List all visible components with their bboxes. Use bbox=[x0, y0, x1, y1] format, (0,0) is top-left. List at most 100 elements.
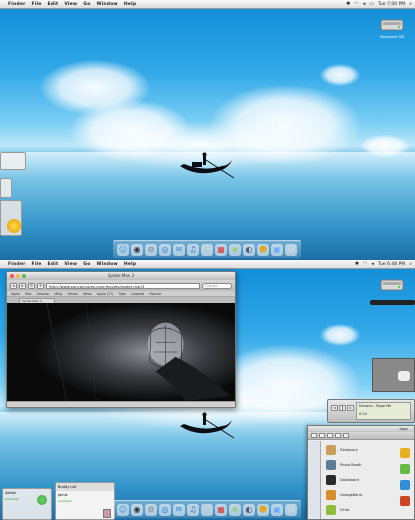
bookmark-item[interactable]: Amazon bbox=[37, 292, 50, 296]
bluetooth-icon[interactable]: ✱ bbox=[355, 261, 359, 267]
dog-silhouette bbox=[398, 371, 410, 381]
app-icon[interactable] bbox=[400, 448, 410, 458]
icon-view-button[interactable] bbox=[327, 433, 333, 438]
hard-drive-icon[interactable] bbox=[380, 276, 404, 294]
side-widget-lower[interactable] bbox=[0, 200, 22, 236]
finder-right-icons bbox=[400, 448, 410, 506]
forward-button[interactable]: ▸ bbox=[19, 282, 26, 289]
mail-icon[interactable]: ✉ bbox=[173, 504, 185, 516]
system-preferences-icon[interactable]: ⚙ bbox=[145, 244, 157, 256]
chat-window[interactable]: Adrian Available bbox=[2, 488, 52, 520]
bookmark-item[interactable]: Apple (27) bbox=[97, 292, 114, 296]
photo-icon[interactable]: ❀ bbox=[229, 244, 241, 256]
list-view-button[interactable] bbox=[335, 433, 341, 438]
finder-icon[interactable]: ☺ bbox=[117, 244, 129, 256]
itunes-icon[interactable]: ♫ bbox=[187, 504, 199, 516]
itunes-mini-controller[interactable] bbox=[370, 300, 415, 305]
back-button[interactable] bbox=[311, 433, 317, 438]
chat-widget[interactable] bbox=[0, 152, 26, 170]
app-icon bbox=[326, 444, 336, 455]
bookmark-item[interactable]: Tiger bbox=[118, 292, 126, 296]
side-widget[interactable] bbox=[0, 178, 12, 198]
buddy-list-window[interactable]: Buddy List Jamie Available bbox=[55, 482, 115, 520]
preview-icon[interactable]: ▣ bbox=[271, 504, 283, 516]
ical-icon[interactable]: ▦ bbox=[215, 244, 227, 256]
spotlight-icon[interactable]: ⌕ bbox=[409, 261, 412, 267]
menubar-clock[interactable]: Tue 7:00 PM bbox=[378, 2, 405, 7]
menu-file[interactable]: File bbox=[32, 262, 42, 267]
dashboard-icon[interactable]: ◉ bbox=[131, 504, 143, 516]
menu-bar: Finder File Edit View Go Window Help ✱ ◠… bbox=[0, 0, 415, 9]
trash-icon[interactable]: ▭ bbox=[285, 244, 297, 256]
address-bar[interactable]: http://www.sonypictures.com/movies/spide… bbox=[46, 282, 200, 289]
app-icon[interactable] bbox=[400, 496, 410, 506]
app-icon[interactable] bbox=[400, 464, 410, 474]
column-view-button[interactable] bbox=[343, 433, 349, 438]
safari-icon[interactable]: ◎ bbox=[159, 504, 171, 516]
photo-icon[interactable]: ❀ bbox=[229, 504, 241, 516]
menubar-clock[interactable]: Tue 6:48 PM bbox=[378, 262, 405, 267]
hard-drive-icon[interactable] bbox=[380, 16, 404, 34]
zoom-button[interactable] bbox=[22, 274, 26, 278]
volume-icon[interactable]: ◂ bbox=[371, 261, 374, 267]
menu-window[interactable]: Window bbox=[96, 2, 117, 7]
search-field[interactable]: Google bbox=[202, 282, 232, 289]
menu-finder[interactable]: Finder bbox=[8, 262, 26, 267]
menu-window[interactable]: Window bbox=[96, 262, 117, 267]
menu-edit[interactable]: Edit bbox=[48, 2, 59, 7]
battery-icon[interactable]: ▭ bbox=[369, 1, 374, 7]
bookmark-item[interactable]: Yahoo! bbox=[67, 292, 78, 296]
minimize-button[interactable] bbox=[16, 274, 20, 278]
wifi-icon[interactable]: ◠ bbox=[354, 1, 358, 7]
menu-edit[interactable]: Edit bbox=[48, 262, 59, 267]
bluetooth-icon[interactable]: ✱ bbox=[346, 1, 350, 7]
trash-icon[interactable]: ▭ bbox=[285, 504, 297, 516]
bookmark-item[interactable]: Leopard bbox=[131, 292, 144, 296]
menu-view[interactable]: View bbox=[64, 262, 77, 267]
bookmark-item[interactable]: Apple bbox=[11, 292, 20, 296]
add-bookmark-button[interactable]: + bbox=[37, 282, 44, 289]
menu-go[interactable]: Go bbox=[83, 2, 90, 7]
finder-icon[interactable]: ☺ bbox=[117, 504, 129, 516]
adium-icon[interactable]: ☻ bbox=[257, 244, 269, 256]
mail-icon[interactable]: ✉ bbox=[173, 244, 185, 256]
menu-help[interactable]: Help bbox=[124, 262, 136, 267]
textedit-icon[interactable]: ✎ bbox=[201, 244, 213, 256]
window-titlebar[interactable]: Spider-Man 3 bbox=[7, 272, 235, 280]
pause-button[interactable]: ❙ bbox=[339, 405, 346, 411]
itunes-icon[interactable]: ♫ bbox=[187, 244, 199, 256]
bookmark-item[interactable]: News bbox=[83, 292, 92, 296]
menu-view[interactable]: View bbox=[64, 2, 77, 7]
lcd-display[interactable]: Nirvana - Rape Me 0:24 bbox=[356, 402, 411, 420]
wifi-icon[interactable]: ◠ bbox=[363, 261, 367, 267]
safari-icon[interactable]: ◎ bbox=[159, 244, 171, 256]
adium-icon[interactable]: ☻ bbox=[257, 504, 269, 516]
finder-sidebar[interactable] bbox=[308, 441, 321, 519]
next-track-button[interactable]: ▸ bbox=[347, 405, 354, 411]
volume-icon[interactable]: ◂ bbox=[363, 1, 366, 7]
preview-icon[interactable]: ▣ bbox=[271, 244, 283, 256]
reload-button[interactable]: ↻ bbox=[28, 282, 35, 289]
spotlight-icon[interactable]: ⌕ bbox=[409, 1, 412, 7]
app-icon bbox=[326, 474, 336, 485]
menu-file[interactable]: File bbox=[32, 2, 42, 7]
quicktime-icon[interactable]: ◐ bbox=[243, 504, 255, 516]
bookmark-item[interactable]: Mac bbox=[25, 292, 31, 296]
forward-button[interactable] bbox=[319, 433, 325, 438]
menu-help[interactable]: Help bbox=[124, 2, 136, 7]
photo-widget[interactable] bbox=[372, 358, 415, 392]
close-button[interactable] bbox=[10, 274, 14, 278]
page-content[interactable] bbox=[7, 303, 235, 401]
quicktime-icon[interactable]: ◐ bbox=[243, 244, 255, 256]
app-icon[interactable] bbox=[400, 480, 410, 490]
previous-track-button[interactable]: ◂ bbox=[331, 405, 338, 411]
dashboard-icon[interactable]: ◉ bbox=[131, 244, 143, 256]
system-preferences-icon[interactable]: ⚙ bbox=[145, 504, 157, 516]
bookmark-item[interactable]: eBay bbox=[54, 292, 62, 296]
bookmark-item[interactable]: Popular bbox=[149, 292, 161, 296]
back-button[interactable]: ◂ bbox=[10, 282, 17, 289]
menu-go[interactable]: Go bbox=[83, 262, 90, 267]
textedit-icon[interactable]: ✎ bbox=[201, 504, 213, 516]
menu-finder[interactable]: Finder bbox=[8, 2, 26, 7]
ical-icon[interactable]: ▦ bbox=[215, 504, 227, 516]
